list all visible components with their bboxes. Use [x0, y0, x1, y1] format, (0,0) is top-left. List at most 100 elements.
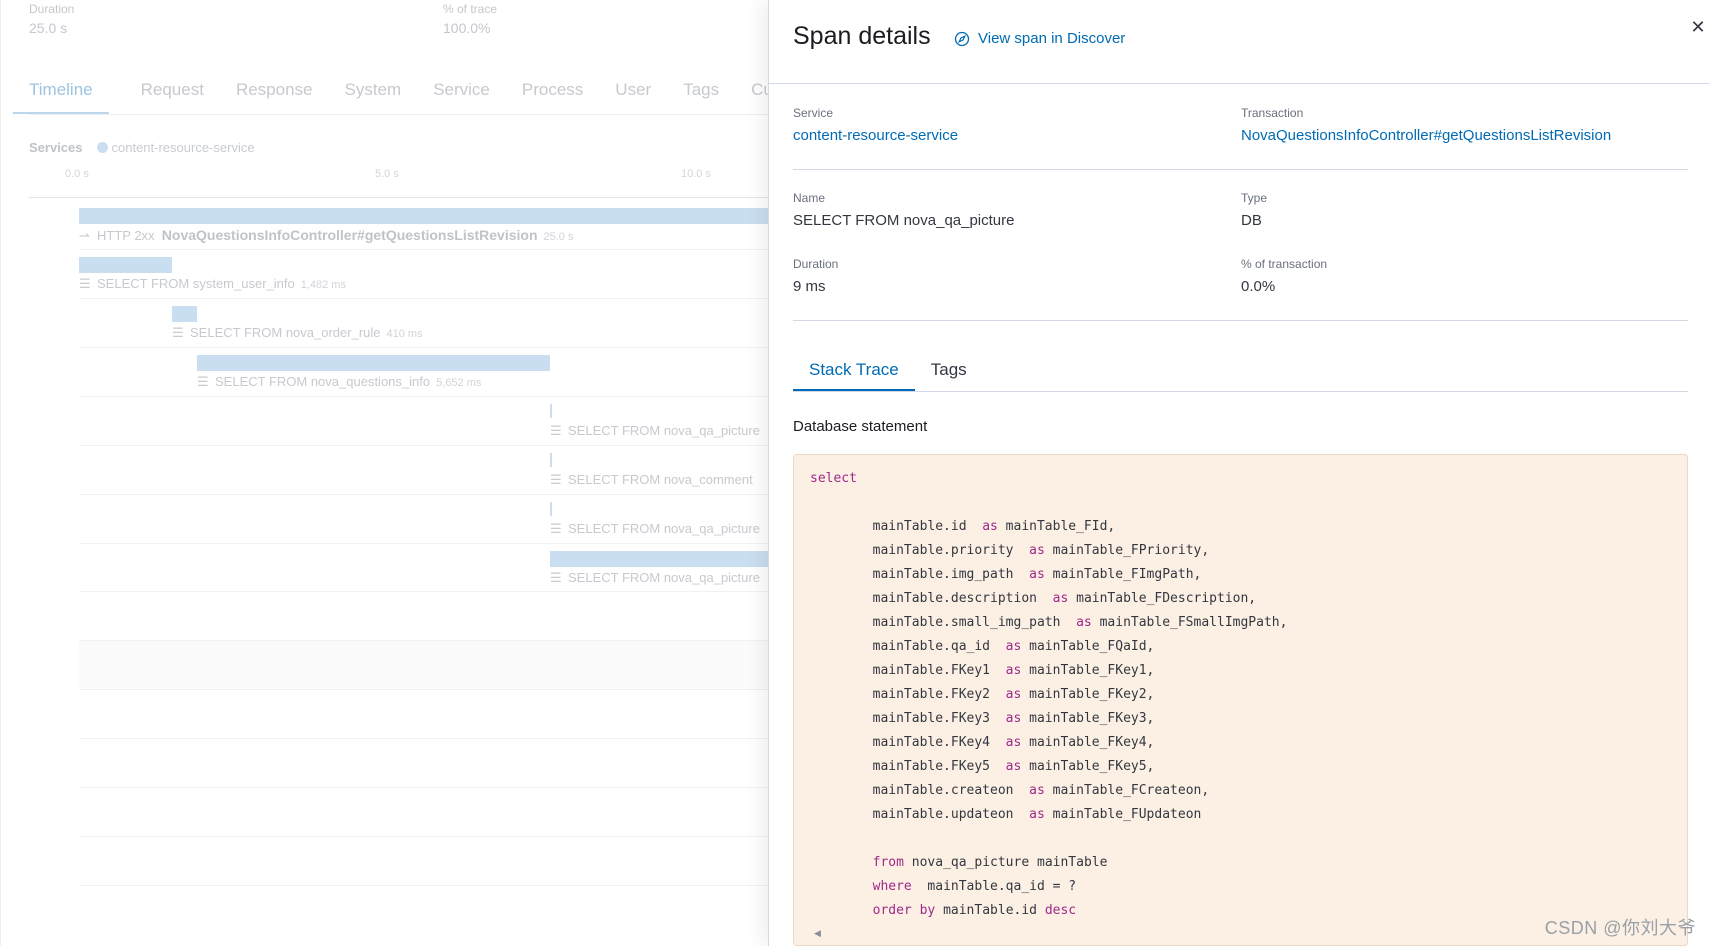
database-icon: ☰	[550, 521, 562, 536]
sql-keyword: as	[1005, 639, 1022, 654]
compass-icon	[954, 31, 970, 46]
row-divider	[79, 396, 799, 397]
tab-timeline[interactable]: Timeline	[13, 76, 109, 114]
span-label[interactable]: ☰ SELECT FROM nova_qa_picture	[550, 521, 760, 537]
trace-pct-label: % of trace	[443, 2, 498, 16]
row-divider	[79, 689, 799, 690]
sql-keyword: desc	[1044, 903, 1077, 918]
database-icon: ☰	[550, 570, 562, 585]
services-label: Services	[29, 140, 83, 155]
tab-service[interactable]: Service	[433, 76, 490, 114]
tab-user[interactable]: User	[615, 76, 651, 114]
span-bar[interactable]	[550, 551, 780, 567]
empty-row-band	[79, 640, 799, 690]
sql-keyword: as	[1029, 807, 1045, 822]
sql-keyword: as	[1029, 783, 1045, 798]
row-divider	[79, 494, 799, 495]
divider	[793, 320, 1688, 321]
sql-keyword: as	[1076, 615, 1092, 630]
sql-keyword: as	[982, 519, 998, 534]
span-bar[interactable]	[79, 257, 172, 273]
pct-transaction-value: 0.0%	[1241, 278, 1276, 295]
database-statement-title: Database statement	[793, 418, 928, 435]
type-field: Type DB	[1241, 191, 1267, 229]
row-divider	[79, 787, 799, 788]
database-icon: ☰	[79, 276, 91, 291]
type-value: DB	[1241, 212, 1262, 229]
sql-keyword: as	[1052, 591, 1069, 606]
axis-tick-label: 10.0 s	[681, 168, 711, 180]
row-divider	[79, 445, 799, 446]
service-label: Service	[793, 106, 834, 120]
row-divider	[79, 543, 799, 544]
watermark: CSDN @你刘大爷	[1544, 918, 1696, 938]
axis-tick-label: 5.0 s	[375, 168, 399, 180]
name-label: Name	[793, 191, 826, 205]
sql-keyword: where	[872, 879, 912, 894]
tab-stack-trace[interactable]: Stack Trace	[793, 352, 915, 391]
sql-code-block[interactable]: select mainTable.id as mainTable_FId, ma…	[793, 454, 1688, 946]
span-bar[interactable]	[79, 208, 779, 224]
span-bar[interactable]	[172, 306, 197, 322]
tab-response[interactable]: Response	[236, 76, 313, 114]
span-label[interactable]: ☰ SELECT FROM nova_questions_info 5,652 ms	[197, 374, 481, 390]
span-bar[interactable]	[550, 502, 552, 516]
database-icon: ☰	[172, 325, 184, 340]
flyout-header: Span details View span in Discover ✕	[769, 0, 1710, 84]
database-icon: ☰	[197, 374, 209, 389]
database-icon: ☰	[550, 423, 562, 438]
span-label[interactable]: ☰ SELECT FROM nova_order_rule 410 ms	[172, 325, 423, 341]
trace-pct-value: 100.0%	[443, 20, 491, 36]
transaction-link[interactable]: NovaQuestionsInfoController#getQuestions…	[1241, 127, 1611, 144]
axis-tick-label: 0.0 s	[65, 168, 89, 180]
database-icon: ☰	[550, 472, 562, 487]
trace-pct-stat: % of trace 100.0%	[443, 2, 497, 36]
span-label[interactable]: ☰ SELECT FROM system_user_info 1,482 ms	[79, 276, 346, 292]
type-label: Type	[1241, 191, 1268, 205]
details-tabs: Stack Trace Tags	[793, 352, 1688, 392]
span-bar[interactable]	[550, 404, 552, 418]
row-divider	[79, 738, 799, 739]
sql-keyword: as	[1005, 759, 1022, 774]
span-bar[interactable]	[197, 355, 550, 371]
view-in-discover-link[interactable]: View span in Discover	[954, 30, 1125, 47]
row-divider	[79, 591, 799, 592]
duration-label: Duration	[793, 257, 839, 271]
span-label[interactable]: ☰ SELECT FROM nova_comment	[550, 472, 753, 488]
duration-value: 9 ms	[793, 278, 826, 295]
span-label[interactable]: ☰ SELECT FROM nova_qa_picture	[550, 570, 760, 586]
row-divider	[79, 885, 799, 886]
tab-request[interactable]: Request	[141, 76, 204, 114]
tab-tags[interactable]: Tags	[683, 76, 719, 114]
name-field: Name SELECT FROM nova_qa_picture	[793, 191, 1015, 229]
span-label[interactable]: ☰ SELECT FROM nova_qa_picture	[550, 423, 760, 439]
service-link[interactable]: content-resource-service	[793, 127, 958, 144]
tab-process[interactable]: Process	[522, 76, 583, 114]
timeline-axis	[29, 197, 799, 198]
close-icon[interactable]: ✕	[1685, 14, 1710, 40]
span-bar[interactable]	[550, 453, 552, 467]
row-divider	[79, 347, 799, 348]
sql-keyword: from	[872, 855, 904, 870]
span-label[interactable]: ⇀ HTTP 2xx NovaQuestionsInfoController#ge…	[79, 227, 573, 244]
transaction-field: Transaction NovaQuestionsInfoController#…	[1241, 106, 1611, 144]
transaction-label: Transaction	[1241, 106, 1304, 120]
services-legend: Services content-resource-service	[29, 140, 255, 155]
sql-keyword: order by	[872, 903, 936, 918]
scroll-left-icon[interactable]: ◀	[814, 928, 821, 939]
sql-code-text: select mainTable.id as mainTable_FId, ma…	[810, 471, 1288, 918]
flyout-title: Span details	[793, 22, 931, 50]
service-color-dot	[96, 142, 108, 153]
tab-tags[interactable]: Tags	[915, 352, 983, 391]
sql-keyword: as	[1005, 663, 1022, 678]
service-legend-name: content-resource-service	[111, 140, 255, 155]
duration-field: Duration 9 ms	[793, 257, 838, 295]
row-divider	[79, 249, 799, 250]
sql-keyword: as	[1005, 687, 1022, 702]
pct-transaction-field: % of transaction 0.0%	[1241, 257, 1327, 295]
tabs-divider	[29, 114, 799, 115]
trace-duration-stat: Duration 25.0 s	[29, 2, 74, 36]
row-divider	[79, 836, 799, 837]
tab-system[interactable]: System	[345, 76, 402, 114]
sql-keyword: as	[1029, 567, 1045, 582]
